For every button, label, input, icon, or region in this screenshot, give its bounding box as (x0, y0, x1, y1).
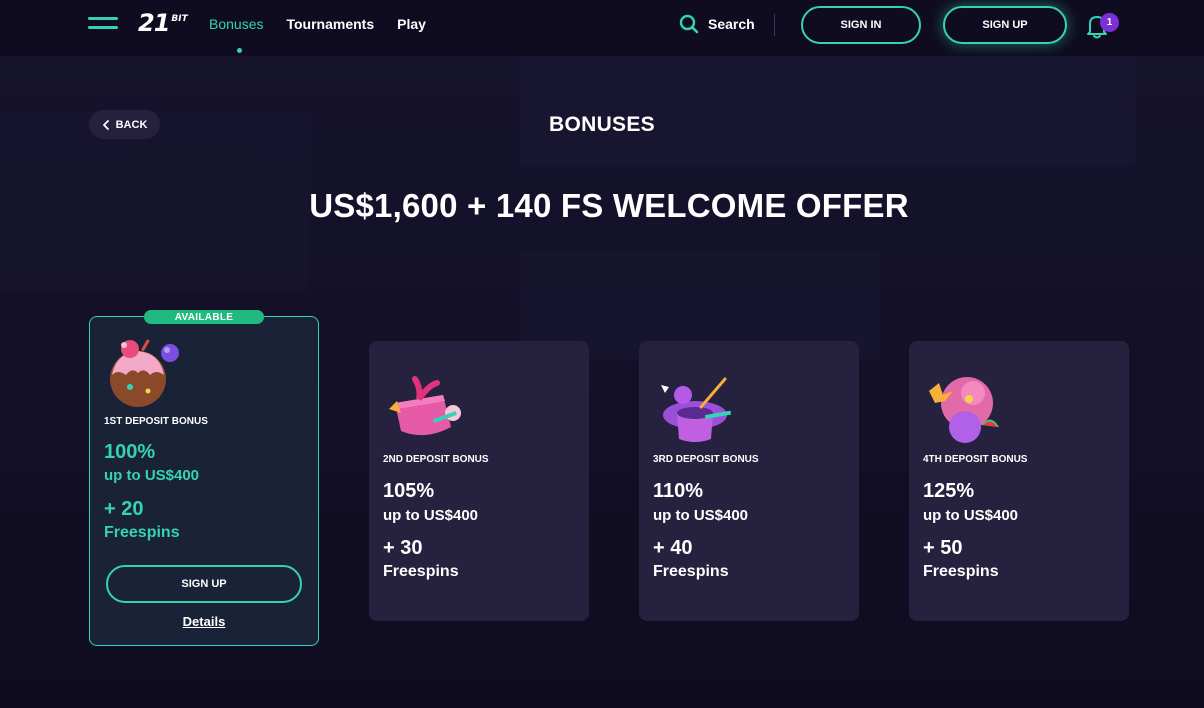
gift-cake-icon (389, 376, 461, 436)
bonus-percent: 110% (653, 480, 704, 502)
bonus-percent: 100% (104, 441, 156, 463)
freespins-count: + 40 (653, 537, 693, 559)
card-title: 3RD DEPOSIT BONUS (653, 454, 759, 465)
available-badge: AVAILABLE (144, 310, 264, 324)
bonus-max-amount: up to US$400 (383, 507, 479, 524)
magic-hat-icon (661, 377, 732, 442)
welcome-offer-heading: US$1,600 + 140 FS WELCOME OFFER (309, 187, 909, 224)
card-title: 4TH DEPOSIT BONUS (923, 454, 1028, 465)
sign-in-button[interactable]: SIGN IN (801, 6, 921, 44)
sign-up-button[interactable]: SIGN UP (943, 6, 1067, 44)
donut-icon (110, 339, 179, 407)
top-header: 21 BIT Bonuses Tournaments Play Search S… (0, 0, 1204, 56)
logo-small-text: BIT (171, 14, 188, 24)
freespins-label: Freespins (104, 524, 180, 541)
bonus-max-amount: up to US$400 (104, 467, 200, 484)
search-button[interactable]: Search (679, 14, 755, 34)
background-panel (520, 56, 1135, 166)
freespins-label: Freespins (653, 563, 729, 580)
header-divider (774, 14, 775, 36)
search-label: Search (708, 16, 755, 32)
card-sign-up-button[interactable]: SIGN UP (106, 565, 302, 603)
freespins-count: + 20 (104, 498, 144, 520)
card-title: 1ST DEPOSIT BONUS (104, 416, 208, 427)
bonus-max-amount: up to US$400 (653, 507, 749, 524)
bonus-card-3: 3RD DEPOSIT BONUS 110% up to US$400 + 40… (639, 341, 859, 621)
nav-item-tournaments[interactable]: Tournaments (286, 16, 374, 32)
bonus-card-1: 1ST DEPOSIT BONUS 100% up to US$400 + 20… (89, 316, 319, 646)
nav-item-bonuses[interactable]: Bonuses (209, 16, 263, 53)
freespins-label: Freespins (383, 563, 459, 580)
bonus-max-amount: up to US$400 (923, 507, 1019, 524)
site-logo[interactable]: 21 BIT (138, 9, 188, 37)
nav-item-play[interactable]: Play (397, 16, 426, 32)
bonus-card-2: 2ND DEPOSIT BONUS 105% up to US$400 + 30… (369, 341, 589, 621)
logo-main-text: 21 (138, 9, 170, 37)
freespins-count: + 30 (383, 537, 423, 559)
freespins-label: Freespins (923, 563, 999, 580)
candy-icon (929, 377, 999, 443)
bonus-percent: 125% (923, 480, 975, 502)
card-title: 2ND DEPOSIT BONUS (383, 454, 489, 465)
freespins-count: + 50 (923, 537, 963, 559)
page-title: BONUSES (549, 113, 655, 136)
main-nav: Bonuses Tournaments Play (209, 16, 426, 53)
search-icon (679, 14, 699, 34)
details-link[interactable]: Details (90, 614, 318, 629)
menu-icon[interactable] (88, 14, 120, 34)
notification-badge: 1 (1100, 13, 1119, 32)
bonus-card-4: 4TH DEPOSIT BONUS 125% up to US$400 + 50… (909, 341, 1129, 621)
bonus-percent: 105% (383, 480, 435, 502)
